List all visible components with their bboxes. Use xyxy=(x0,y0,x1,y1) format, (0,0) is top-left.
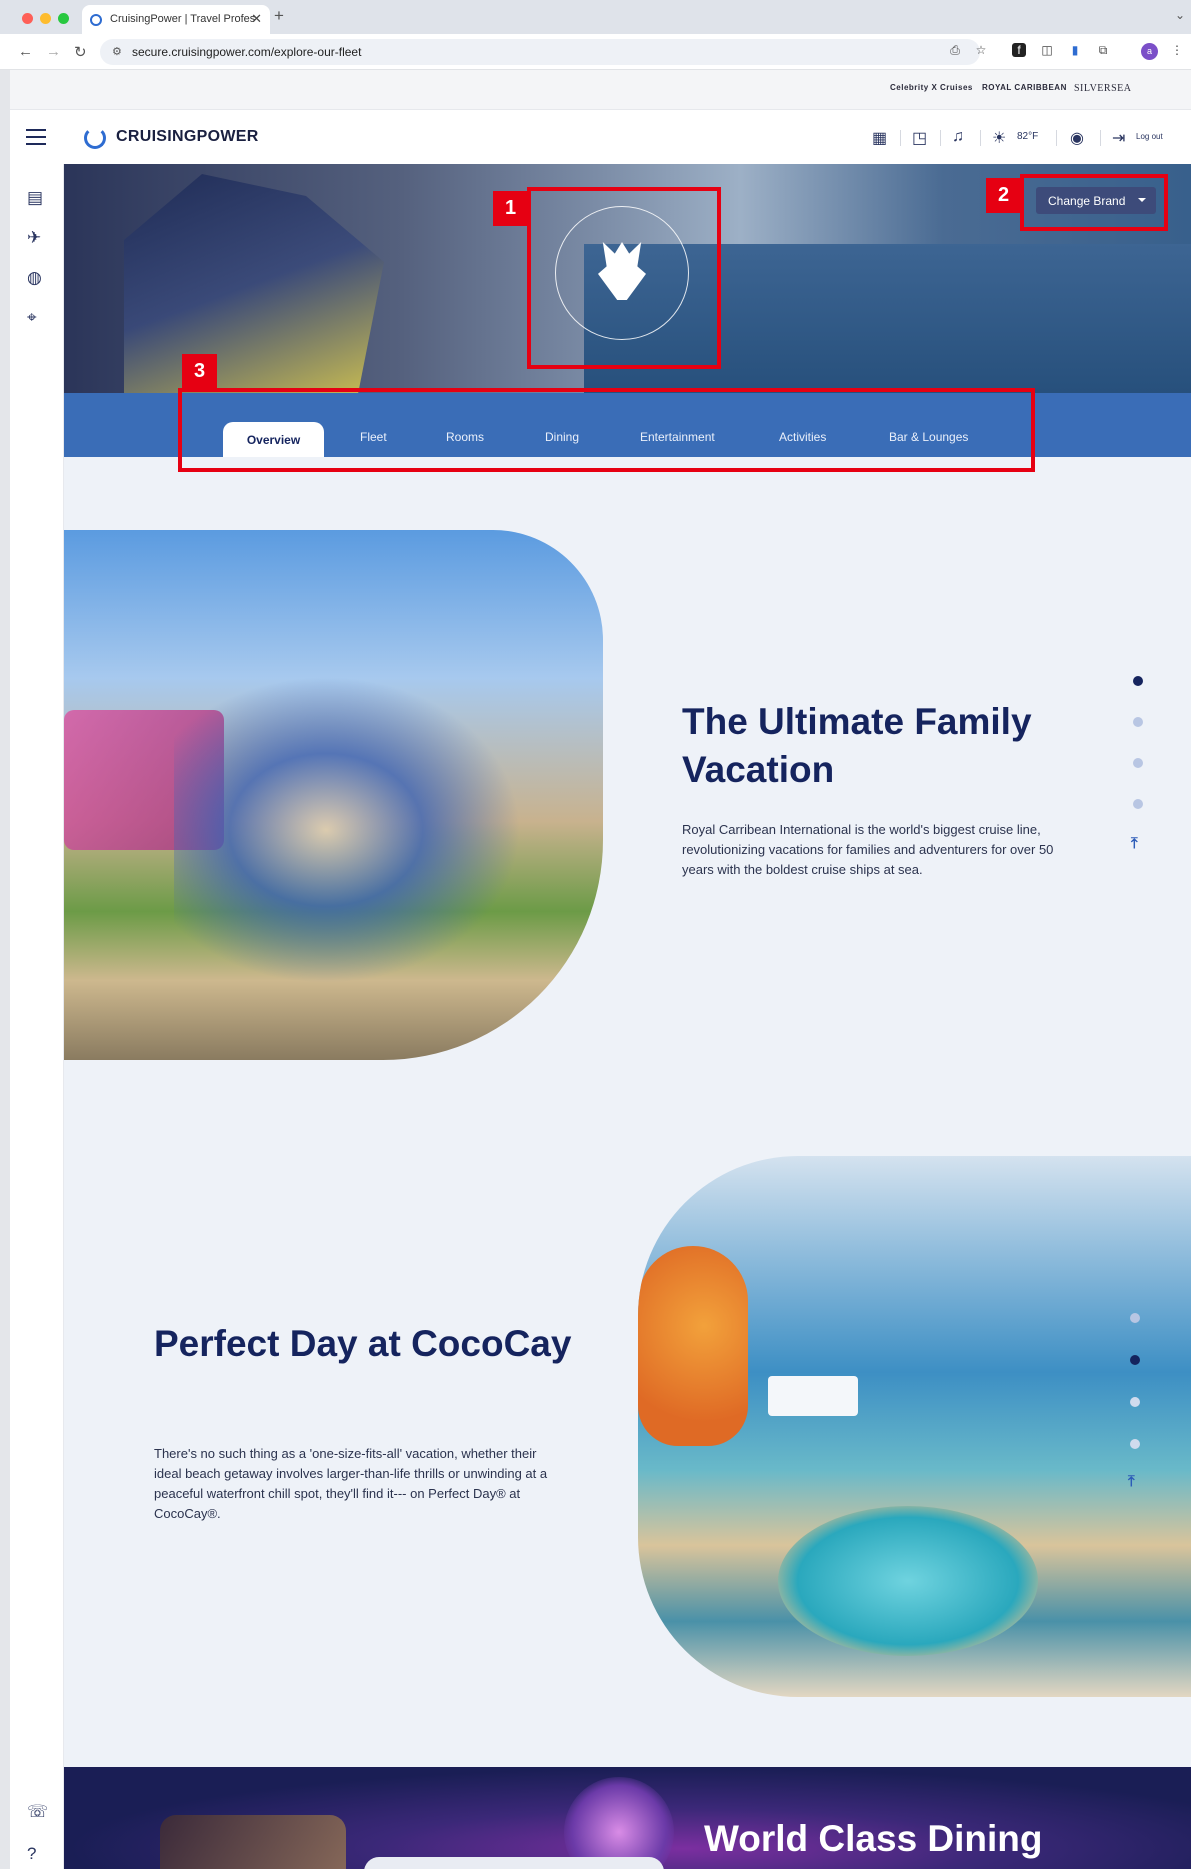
carousel-dot-4[interactable] xyxy=(1130,1439,1140,1449)
weather-temperature: 82°F xyxy=(1017,131,1039,142)
minimize-window-icon[interactable] xyxy=(40,13,51,24)
section-body-family-vacation: Royal Carribean International is the wor… xyxy=(682,822,1054,877)
left-sidebar: ▤ ✈ ◍ ⌖ ☏ ? xyxy=(10,164,64,1869)
carousel-dot-2[interactable] xyxy=(1133,717,1143,727)
apps-grid-icon[interactable]: ▦ xyxy=(872,128,887,148)
header-divider xyxy=(1100,130,1101,146)
brand-logo-royal-caribbean[interactable]: ROYAL CARIBBEAN xyxy=(982,83,1067,92)
chat-icon[interactable]: ◳ xyxy=(912,128,927,148)
annotation-box-3 xyxy=(178,388,1035,472)
browser-tab-bar: CruisingPower | Travel Profes ✕ + ⌄ xyxy=(0,0,1191,34)
chat-support-icon[interactable]: ☏ xyxy=(27,1802,48,1822)
header-divider xyxy=(1056,130,1057,146)
annotation-box-1 xyxy=(527,187,721,369)
url-field[interactable]: ⚙ secure.cruisingpower.com/explore-our-f… xyxy=(100,39,980,65)
browser-menu-icon[interactable]: ⋮ xyxy=(1170,43,1184,57)
family-minigolf-image xyxy=(174,650,554,1010)
location-pin-icon[interactable]: ⌖ xyxy=(27,308,37,328)
section-title-cococay: Perfect Day at CocoCay xyxy=(154,1323,572,1364)
weather-sun-icon: ☀ xyxy=(992,130,1007,147)
header-divider xyxy=(980,130,981,146)
annotation-label-1: 1 xyxy=(493,191,528,226)
annotation-box-2 xyxy=(1020,174,1168,231)
tab-favicon-icon xyxy=(90,14,102,26)
menu-hamburger-icon[interactable] xyxy=(26,129,46,145)
family-vacation-photo xyxy=(64,530,603,1060)
annotation-label-3: 3 xyxy=(182,354,217,389)
scroll-to-top-icon[interactable]: ⤒ xyxy=(1128,1473,1135,1490)
carousel-dot-2[interactable] xyxy=(1130,1355,1140,1365)
close-window-icon[interactable] xyxy=(22,13,33,24)
notification-bell-icon[interactable]: ♫ xyxy=(952,128,964,146)
url-text: secure.cruisingpower.com/explore-our-fle… xyxy=(132,45,362,59)
brand-logo-silversea[interactable]: SILVERSEA xyxy=(1074,83,1131,94)
browser-tab-title: CruisingPower | Travel Profes xyxy=(110,13,256,25)
dining-photo xyxy=(160,1815,346,1869)
extensions-puzzle-icon[interactable]: ⧉ xyxy=(1096,43,1110,57)
cruise-icon[interactable]: ◍ xyxy=(27,268,42,288)
maximize-window-icon[interactable] xyxy=(58,13,69,24)
site-info-icon[interactable]: ⚙ xyxy=(112,45,122,58)
section-body-cococay: There's no such thing as a 'one-size-fit… xyxy=(154,1446,548,1521)
airplane-icon[interactable]: ✈ xyxy=(27,228,41,248)
browser-address-bar: ← → ↻ ⚙ secure.cruisingpower.com/explore… xyxy=(0,34,1191,70)
header-divider xyxy=(940,130,941,146)
user-account-icon[interactable]: ◉ xyxy=(1070,128,1084,148)
carousel-dot-3[interactable] xyxy=(1130,1397,1140,1407)
cococay-aerial-photo xyxy=(638,1156,1191,1697)
carousel-dot-3[interactable] xyxy=(1133,758,1143,768)
annotation-label-2: 2 xyxy=(986,178,1021,213)
header-divider xyxy=(900,130,901,146)
logout-link[interactable]: Log out xyxy=(1136,132,1163,141)
disco-ball-image xyxy=(564,1777,674,1869)
lagoon-image xyxy=(778,1506,1038,1656)
carousel-dot-4[interactable] xyxy=(1133,799,1143,809)
hot-air-balloon-image xyxy=(638,1246,748,1446)
new-tab-icon[interactable]: + xyxy=(274,6,284,26)
forward-icon[interactable]: → xyxy=(46,43,61,60)
cruisingpower-logo-icon xyxy=(84,127,106,149)
browser-profile-avatar[interactable]: a xyxy=(1141,43,1158,60)
cruise-ship-image xyxy=(768,1376,858,1416)
logout-icon[interactable]: ⇥ xyxy=(1112,128,1125,148)
tab-list-chevron-icon[interactable]: ⌄ xyxy=(1175,8,1185,22)
scroll-to-top-icon[interactable]: ⤒ xyxy=(1131,835,1138,852)
install-app-icon[interactable]: ⎙ xyxy=(948,43,962,57)
hero-ship-image xyxy=(124,174,384,393)
section-title-family-vacation: The Ultimate Family Vacation xyxy=(682,701,1032,790)
reload-icon[interactable]: ↻ xyxy=(74,43,87,61)
carousel-dot-1[interactable] xyxy=(1133,676,1143,686)
brand-logo-celebrity[interactable]: Celebrity X Cruises xyxy=(890,83,973,92)
help-icon[interactable]: ? xyxy=(27,1844,36,1864)
back-icon[interactable]: ← xyxy=(18,43,33,60)
tab-close-icon[interactable]: ✕ xyxy=(251,11,262,27)
brand-strip: Celebrity X Cruises ROYAL CARIBBEAN SILV… xyxy=(10,70,1191,110)
banner-pill-shape xyxy=(364,1857,664,1869)
window-left-margin xyxy=(0,70,10,1869)
reader-extension-icon[interactable]: ▮ xyxy=(1068,43,1082,57)
app-logo-text[interactable]: CRUISINGPOWER xyxy=(116,128,259,146)
carousel-dot-1[interactable] xyxy=(1130,1313,1140,1323)
calendar-add-icon[interactable]: ▤ xyxy=(27,188,43,208)
browser-tab[interactable]: CruisingPower | Travel Profes ✕ xyxy=(82,5,270,34)
bookmark-star-icon[interactable]: ☆ xyxy=(974,43,988,57)
app-header: CRUISINGPOWER ▦ ◳ ♫ ☀ 82°F ◉ ⇥ Log out xyxy=(10,110,1191,164)
banner-title-dining: World Class Dining xyxy=(704,1818,1043,1859)
extension-icon[interactable]: f xyxy=(1012,43,1026,57)
screenshot-extension-icon[interactable]: ◫ xyxy=(1040,43,1054,57)
